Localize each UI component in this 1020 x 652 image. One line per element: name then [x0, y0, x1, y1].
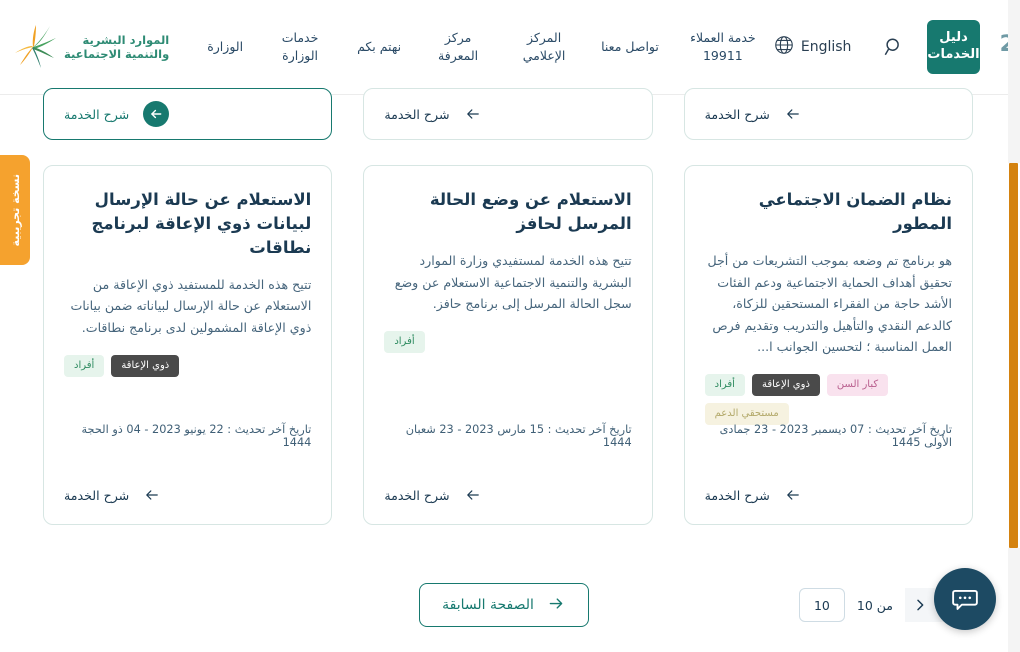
chevron-right-icon	[917, 599, 924, 611]
services-list-page: شرح الخدمة شرح الخدمة شرح الخدمة الاستعل…	[0, 88, 1008, 652]
language-switcher[interactable]: English	[773, 34, 852, 60]
arrow-left-circle-icon	[143, 101, 170, 127]
ministry-logo-line1: الموارد البشرية	[82, 32, 170, 47]
chat-bubble-icon	[952, 589, 978, 610]
service-details-label: شرح الخدمة	[384, 487, 450, 503]
service-card-description: تتيح هذه الخدمة لمستفيدي وزارة الموارد ا…	[394, 252, 632, 312]
arrow-left-icon	[464, 488, 482, 502]
arrow-left-icon	[784, 107, 802, 121]
nav-item-contact-us[interactable]: تواصل معنا	[587, 34, 673, 60]
nav-item-media-center[interactable]: المركز الإعلامي	[501, 25, 587, 69]
previous-page-cta-button[interactable]: الصفحة السابقة	[419, 583, 589, 627]
services-guide-line2: الخدمات	[927, 47, 980, 62]
service-card-tags: أفراد ذوي الإعاقة كبار السن مستحقي الدعم	[704, 374, 952, 426]
service-details-label: شرح الخدمة	[384, 106, 450, 122]
nav-item-we-care[interactable]: نهتم بكم	[343, 34, 415, 60]
tag-individuals[interactable]: أفراد	[704, 374, 745, 397]
tag-support-eligible[interactable]: مستحقي الدعم	[704, 403, 789, 426]
service-details-label: شرح الخدمة	[64, 106, 130, 122]
arrow-right-icon	[546, 596, 566, 615]
service-card-last-update: تاريخ آخر تحديث : 07 ديسمبر 2023 - 23 جم…	[719, 423, 952, 449]
scrollbar-track-top	[1008, 0, 1020, 163]
tag-disabled[interactable]: ذوي الإعاقة	[751, 374, 820, 397]
service-card-partial-3[interactable]: شرح الخدمة	[683, 88, 973, 140]
service-details-link[interactable]: شرح الخدمة	[685, 466, 972, 524]
service-details-link[interactable]: شرح الخدمة	[44, 466, 331, 524]
service-card-title: الاستعلام عن وضع الحالة المرسل لحافز	[429, 190, 632, 233]
service-details-label: شرح الخدمة	[704, 487, 770, 503]
service-details-link[interactable]: شرح الخدمة	[44, 89, 331, 139]
service-card[interactable]: الاستعلام عن وضع الحالة المرسل لحافز تتي…	[363, 165, 653, 525]
nav-item-customer-service[interactable]: خدمة العملاء 19911	[673, 25, 773, 69]
service-card-last-update: تاريخ آخر تحديث : 22 يونيو 2023 - 04 ذو …	[81, 423, 312, 449]
tag-disabled[interactable]: ذوي الإعاقة	[111, 354, 180, 377]
language-label: English	[800, 39, 852, 55]
main-navigation: الوزارة خدمات الوزارة نهتم بكم مركز المع…	[193, 25, 773, 69]
service-details-label: شرح الخدمة	[64, 487, 130, 503]
services-guide-line1: دليل	[939, 30, 968, 46]
previous-page-cta-label: الصفحة السابقة	[442, 597, 534, 613]
service-cards-row-previous: شرح الخدمة شرح الخدمة شرح الخدمة	[43, 88, 973, 140]
service-card-partial-2[interactable]: شرح الخدمة	[363, 88, 653, 140]
scrollbar-track-bottom	[1008, 548, 1020, 652]
ministry-logo-line2: والتنمية الاجتماعية	[64, 47, 170, 61]
services-guide-button[interactable]: دليل الخدمات	[927, 20, 980, 74]
service-card-tags: أفراد	[384, 330, 631, 353]
arrow-left-icon	[784, 488, 802, 502]
site-header: الموارد البشرية والتنمية الاجتماعية الوز…	[0, 0, 1020, 95]
nav-item-knowledge-center[interactable]: مركز المعرفة	[415, 25, 501, 69]
service-card-partial-1[interactable]: شرح الخدمة	[43, 88, 333, 140]
beta-version-label: نسخة تجريبية	[8, 173, 22, 247]
ministry-logo-icon	[10, 24, 56, 70]
beta-version-tab[interactable]: نسخة تجريبية	[0, 155, 30, 265]
tag-individuals[interactable]: أفراد	[64, 354, 105, 377]
service-card[interactable]: نظام الضمان الاجتماعي المطور هو برنامج ت…	[683, 165, 973, 525]
nav-item-ministry[interactable]: الوزارة	[193, 34, 257, 60]
tag-individuals[interactable]: أفراد	[384, 330, 425, 353]
ministry-logo[interactable]: الموارد البشرية والتنمية الاجتماعية	[10, 24, 169, 70]
ministry-logo-text: الموارد البشرية والتنمية الاجتماعية	[64, 33, 169, 62]
service-card-tags: أفراد ذوي الإعاقة	[64, 354, 311, 377]
service-details-link[interactable]: شرح الخدمة	[364, 466, 651, 524]
chat-support-button[interactable]	[934, 568, 996, 630]
nav-item-ministry-services[interactable]: خدمات الوزارة	[257, 25, 343, 69]
search-button[interactable]	[883, 34, 905, 60]
arrow-left-icon	[464, 107, 482, 121]
service-card-description: تتيح هذه الخدمة للمستفيد ذوي الإعاقة من …	[70, 276, 312, 336]
service-card-title: نظام الضمان الاجتماعي المطور	[758, 190, 952, 233]
service-card[interactable]: الاستعلام عن حالة الإرسال لبيانات ذوي ال…	[43, 165, 333, 525]
service-details-label: شرح الخدمة	[704, 106, 770, 122]
service-cards-row: الاستعلام عن حالة الإرسال لبيانات ذوي ال…	[43, 165, 973, 525]
service-card-description: هو برنامج تم وضعه بموجب التشريعات من أجل…	[707, 252, 952, 355]
arrow-left-icon	[143, 488, 161, 502]
tag-elderly[interactable]: كبار السن	[826, 374, 889, 397]
service-card-last-update: تاريخ آخر تحديث : 15 مارس 2023 - 23 شعبا…	[405, 423, 632, 449]
page-size-select[interactable]: 10	[798, 588, 845, 622]
search-icon	[885, 38, 900, 56]
service-card-title: الاستعلام عن حالة الإرسال لبيانات ذوي ال…	[91, 190, 312, 257]
page-total-label: من 10	[856, 597, 893, 613]
globe-icon	[773, 34, 795, 60]
scrollbar-thumb[interactable]	[1009, 163, 1018, 548]
service-details-link[interactable]: شرح الخدمة	[685, 89, 972, 139]
next-page-button[interactable]	[905, 588, 935, 622]
service-details-link[interactable]: شرح الخدمة	[364, 89, 651, 139]
